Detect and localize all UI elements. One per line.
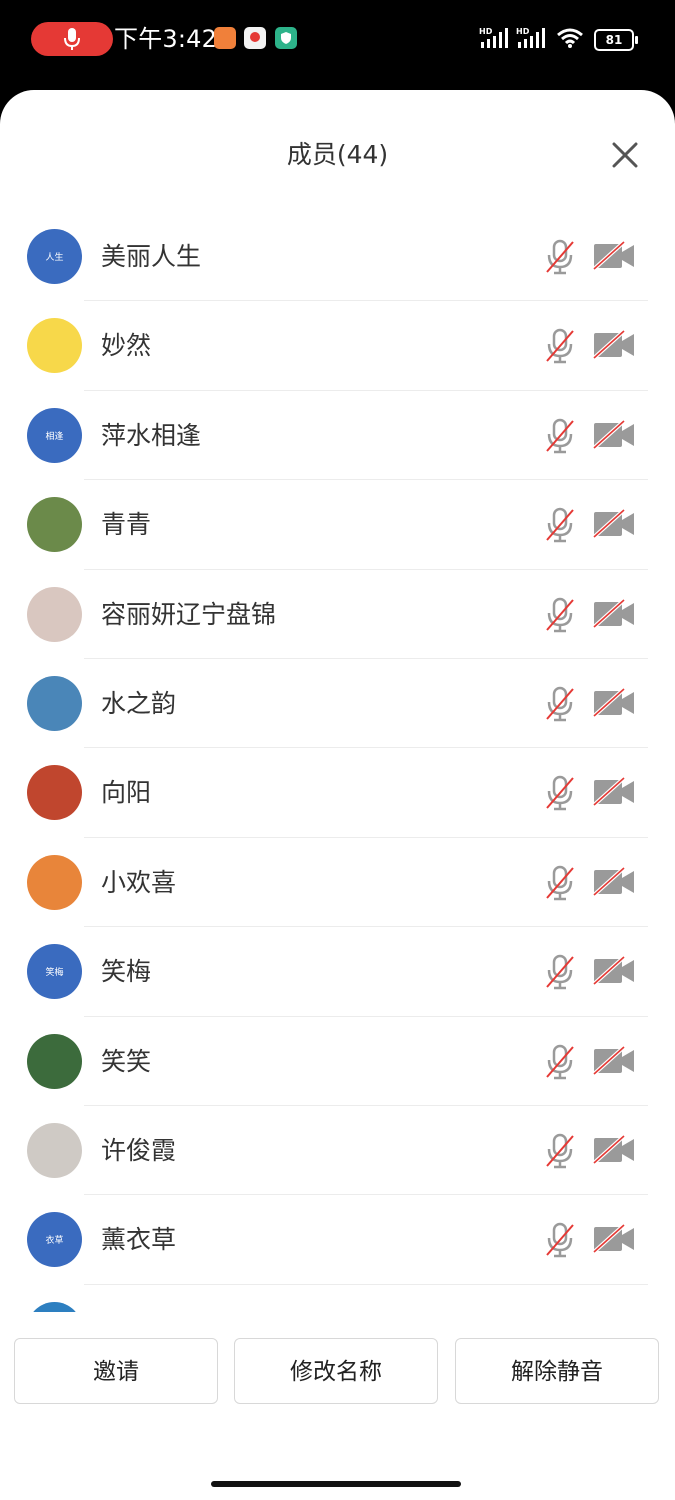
signal-strength-icon-2: HD bbox=[516, 27, 545, 48]
camera-off-icon[interactable] bbox=[592, 241, 636, 271]
avatar bbox=[27, 586, 82, 642]
home-indicator[interactable] bbox=[211, 1481, 461, 1487]
mic-muted-icon[interactable] bbox=[544, 775, 576, 811]
mic-muted-icon[interactable] bbox=[544, 1044, 576, 1080]
member-row[interactable] bbox=[0, 1285, 675, 1312]
member-row[interactable]: 青青 bbox=[0, 480, 675, 570]
avatar bbox=[27, 318, 82, 374]
member-name: 美丽人生 bbox=[101, 242, 202, 271]
member-row[interactable]: 水之韵 bbox=[0, 659, 675, 749]
avatar bbox=[27, 1033, 82, 1089]
avatar-label: 衣草 bbox=[45, 1236, 64, 1247]
avatar: 相逢 bbox=[27, 407, 82, 463]
status-bar: 下午3:42 HD HD 81 bbox=[0, 0, 675, 90]
microphone-icon bbox=[64, 28, 80, 50]
member-row[interactable]: 妙然 bbox=[0, 301, 675, 391]
signal-strength-icon: HD bbox=[479, 27, 508, 48]
status-time: 下午3:42 bbox=[114, 25, 218, 53]
member-row[interactable]: 衣草 薰衣草 bbox=[0, 1195, 675, 1285]
member-name: 容丽妍辽宁盘锦 bbox=[101, 599, 277, 629]
mic-muted-icon[interactable] bbox=[544, 328, 576, 364]
rename-button[interactable]: 修改名称 bbox=[234, 1338, 438, 1404]
member-row[interactable]: 人生 美丽人生 bbox=[0, 212, 675, 302]
member-name: 薰衣草 bbox=[101, 1225, 177, 1255]
member-row[interactable]: 小欢喜 bbox=[0, 838, 675, 928]
mic-muted-icon[interactable] bbox=[544, 597, 576, 633]
member-name: 水之韵 bbox=[101, 688, 177, 718]
avatar bbox=[27, 765, 82, 821]
camera-off-icon[interactable] bbox=[592, 866, 636, 897]
camera-off-icon[interactable] bbox=[592, 419, 636, 450]
avatar bbox=[27, 497, 82, 553]
avatar: 人生 bbox=[27, 229, 82, 284]
avatar-label: 笑梅 bbox=[45, 968, 64, 979]
unmute-button[interactable]: 解除静音 bbox=[455, 1338, 659, 1404]
invite-button[interactable]: 邀请 bbox=[14, 1338, 218, 1404]
battery-indicator: 81 bbox=[594, 29, 638, 51]
member-name: 向阳 bbox=[101, 778, 152, 808]
svg-text:HD: HD bbox=[516, 27, 530, 36]
camera-off-icon[interactable] bbox=[592, 509, 636, 539]
member-name: 青青 bbox=[101, 510, 152, 540]
avatar bbox=[27, 1301, 82, 1312]
camera-off-icon[interactable] bbox=[592, 598, 636, 629]
camera-off-icon[interactable] bbox=[592, 1045, 636, 1076]
mic-muted-icon[interactable] bbox=[544, 1133, 576, 1169]
mic-muted-icon[interactable] bbox=[544, 418, 576, 454]
avatar bbox=[27, 675, 82, 731]
mic-muted-icon[interactable] bbox=[544, 1222, 576, 1258]
member-row[interactable]: 笑笑 bbox=[0, 1017, 675, 1106]
mic-muted-icon[interactable] bbox=[544, 954, 576, 990]
mic-muted-icon[interactable] bbox=[544, 239, 576, 275]
shield-app-icon bbox=[275, 27, 297, 49]
camera-off-icon[interactable] bbox=[592, 330, 636, 360]
member-row[interactable]: 相逢 萍水相逢 bbox=[0, 391, 675, 481]
member-name: 妙然 bbox=[101, 331, 152, 361]
avatar: 笑梅 bbox=[27, 944, 82, 1000]
member-row[interactable]: 向阳 bbox=[0, 748, 675, 838]
mic-muted-icon[interactable] bbox=[544, 865, 576, 901]
svg-text:HD: HD bbox=[479, 27, 493, 36]
camera-off-icon[interactable] bbox=[592, 687, 636, 718]
map-app-icon bbox=[244, 27, 266, 49]
avatar bbox=[27, 854, 82, 910]
camera-off-icon[interactable] bbox=[592, 1134, 636, 1165]
member-name: 许俊霞 bbox=[101, 1135, 177, 1165]
member-row[interactable]: 容丽妍辽宁盘锦 bbox=[0, 570, 675, 659]
avatar-label: 相逢 bbox=[45, 431, 64, 442]
member-row[interactable]: 许俊霞 bbox=[0, 1106, 675, 1196]
members-sheet: 成员(44) 人生 美丽人生 妙然 相逢 萍水相逢 青青 容丽妍辽宁盘锦 水之韵… bbox=[0, 90, 675, 1500]
recording-indicator[interactable] bbox=[31, 22, 113, 56]
camera-off-icon[interactable] bbox=[592, 777, 636, 807]
member-list[interactable]: 人生 美丽人生 妙然 相逢 萍水相逢 青青 容丽妍辽宁盘锦 水之韵 向阳 小欢喜… bbox=[0, 212, 675, 1312]
mic-muted-icon[interactable] bbox=[544, 507, 576, 543]
member-name: 笑梅 bbox=[101, 957, 152, 987]
avatar-label: 人生 bbox=[45, 253, 64, 263]
camera-off-icon[interactable] bbox=[592, 1224, 636, 1254]
close-icon[interactable] bbox=[608, 138, 642, 172]
member-row[interactable]: 笑梅 笑梅 bbox=[0, 927, 675, 1017]
avatar bbox=[27, 1122, 82, 1178]
camera-off-icon[interactable] bbox=[592, 956, 636, 986]
avatar: 衣草 bbox=[27, 1212, 82, 1268]
shopping-app-icon bbox=[214, 27, 236, 49]
sheet-title: 成员(44) bbox=[286, 140, 389, 169]
wifi-icon bbox=[557, 28, 583, 48]
member-name: 小欢喜 bbox=[101, 867, 177, 897]
member-name: 笑笑 bbox=[101, 1046, 152, 1076]
mic-muted-icon[interactable] bbox=[544, 686, 576, 722]
member-name: 萍水相逢 bbox=[101, 420, 202, 450]
